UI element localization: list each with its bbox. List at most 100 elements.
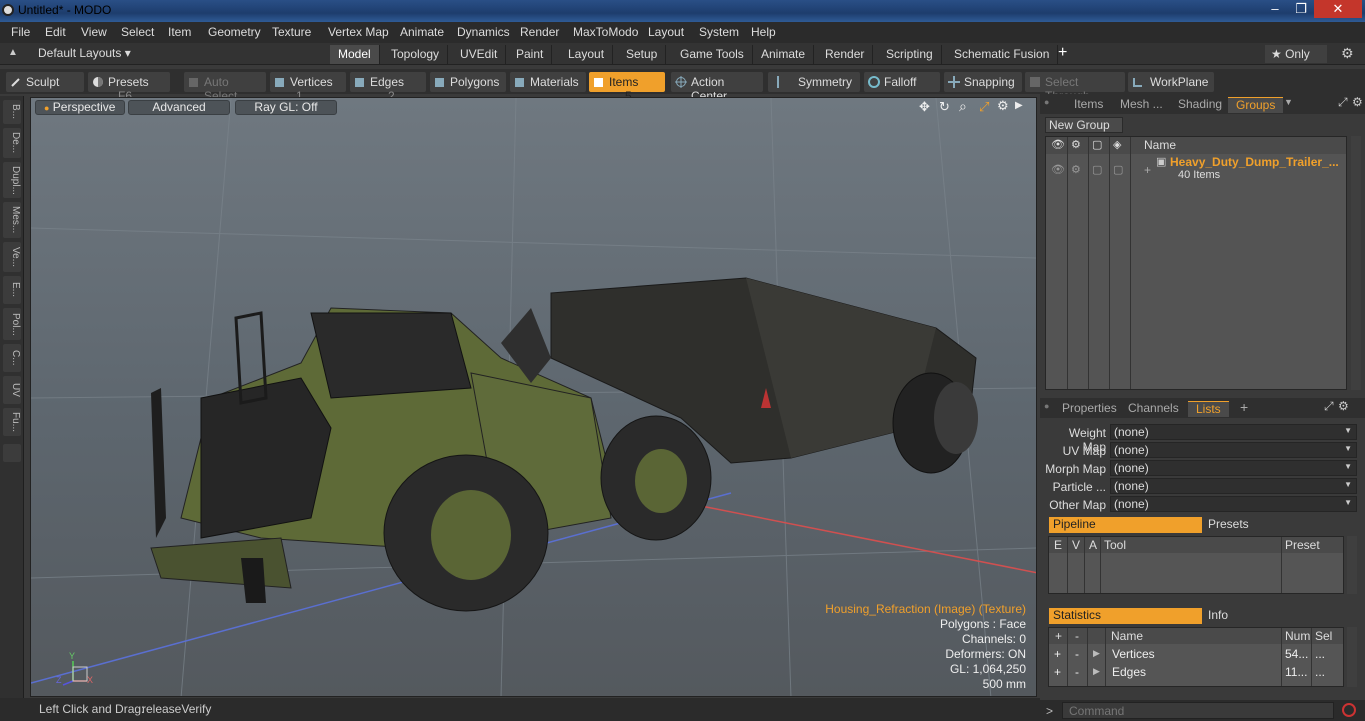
viewport-expand-icon[interactable]: ▶ bbox=[1015, 100, 1023, 111]
left-tab-vertex[interactable]: Ve... bbox=[3, 242, 21, 272]
stat-minus[interactable]: - bbox=[1075, 665, 1079, 679]
viewport-gear-icon[interactable]: ⚙ bbox=[997, 98, 1009, 114]
snapping-button[interactable]: Snapping bbox=[944, 72, 1022, 92]
menu-edit[interactable]: Edit bbox=[45, 25, 66, 39]
groups-scrollbar[interactable] bbox=[1351, 136, 1361, 390]
panel-gear-icon[interactable]: ⚙ bbox=[1352, 95, 1363, 109]
menu-view[interactable]: View bbox=[81, 25, 107, 39]
select-through-button[interactable]: Select Through bbox=[1025, 72, 1125, 103]
expand-arrow-icon[interactable]: ▶ bbox=[1093, 648, 1100, 659]
menu-animate[interactable]: Animate bbox=[400, 25, 444, 39]
menu-layout[interactable]: Layout bbox=[648, 25, 684, 39]
tab-lists[interactable]: Lists bbox=[1188, 401, 1229, 417]
group-row[interactable]: 👁 ⚙ ▢ ▢ + ▣ Heavy_Duty_Dump_Trailer_... … bbox=[1046, 155, 1346, 183]
tab-groups[interactable]: Groups bbox=[1228, 97, 1284, 113]
add-panel-tab-button[interactable]: + bbox=[1240, 399, 1248, 415]
expand-icon[interactable]: + bbox=[1144, 163, 1151, 177]
tab-model[interactable]: Model bbox=[330, 45, 380, 64]
uv-map-dropdown[interactable]: (none) bbox=[1110, 442, 1357, 458]
left-tab-polygon[interactable]: Pol... bbox=[3, 308, 21, 340]
lock-toggle[interactable]: ▢ bbox=[1092, 163, 1102, 176]
maximize-panel-icon[interactable]: ⤢ bbox=[1338, 95, 1348, 110]
vertices-button[interactable]: Vertices 1 bbox=[270, 72, 346, 103]
menu-file[interactable]: File bbox=[11, 25, 30, 39]
action-center-button[interactable]: Action Center bbox=[671, 72, 763, 103]
raygl-toggle[interactable]: Ray GL: Off bbox=[235, 100, 337, 115]
menu-vertex-map[interactable]: Vertex Map bbox=[328, 25, 389, 39]
weight-map-dropdown[interactable]: (none) bbox=[1110, 424, 1357, 440]
presets-button[interactable]: Presets F6 bbox=[88, 72, 170, 103]
tab-shading[interactable]: Shading bbox=[1170, 97, 1230, 113]
stat-plus[interactable]: + bbox=[1054, 665, 1061, 679]
tab-topology[interactable]: Topology bbox=[383, 45, 449, 64]
tab-dropdown-icon[interactable]: ▼ bbox=[1284, 97, 1293, 107]
menu-render[interactable]: Render bbox=[520, 25, 559, 39]
tab-items[interactable]: Items bbox=[1066, 97, 1111, 113]
stat-row-edges[interactable]: + - ▶ Edges 11... ... bbox=[1049, 663, 1343, 681]
pan-icon[interactable]: ✥ bbox=[919, 99, 930, 115]
stat-minus[interactable]: - bbox=[1075, 647, 1079, 661]
tab-setup[interactable]: Setup bbox=[618, 45, 667, 64]
workplane-button[interactable]: WorkPlane bbox=[1128, 72, 1214, 92]
command-input[interactable] bbox=[1062, 702, 1334, 719]
symmetry-button[interactable]: Symmetry bbox=[768, 72, 860, 92]
tab-channels[interactable]: Channels bbox=[1120, 401, 1187, 417]
tab-schematic-fusion[interactable]: Schematic Fusion bbox=[946, 45, 1059, 64]
record-icon[interactable] bbox=[1342, 703, 1356, 717]
menu-maxtomodo[interactable]: MaxToModo bbox=[573, 25, 638, 39]
tab-properties[interactable]: Properties bbox=[1054, 401, 1125, 417]
only-toggle[interactable]: ★ Only bbox=[1265, 45, 1327, 63]
left-tab-more[interactable] bbox=[3, 444, 21, 462]
auto-select-button[interactable]: Auto Select bbox=[184, 72, 266, 103]
left-tab-basic[interactable]: B... bbox=[3, 100, 21, 124]
menu-dynamics[interactable]: Dynamics bbox=[457, 25, 510, 39]
render-toggle[interactable]: ⚙ bbox=[1071, 163, 1081, 176]
pipeline-scrollbar[interactable] bbox=[1347, 536, 1357, 594]
left-tab-uv[interactable]: UV bbox=[3, 376, 21, 404]
menu-select[interactable]: Select bbox=[121, 25, 154, 39]
gear-icon[interactable]: ⚙ bbox=[1341, 45, 1354, 62]
left-tab-fusion[interactable]: Fu... bbox=[3, 408, 21, 436]
particle-dropdown[interactable]: (none) bbox=[1110, 478, 1357, 494]
items-button[interactable]: Items 5 bbox=[589, 72, 665, 103]
menu-geometry[interactable]: Geometry bbox=[208, 25, 261, 39]
menu-system[interactable]: System bbox=[699, 25, 739, 39]
visibility-toggle[interactable]: 👁 bbox=[1051, 163, 1065, 176]
sculpt-button[interactable]: Sculpt bbox=[6, 72, 84, 92]
tab-scripting[interactable]: Scripting bbox=[878, 45, 942, 64]
rotate-icon[interactable]: ↻ bbox=[939, 99, 950, 115]
tab-animate[interactable]: Animate bbox=[753, 45, 815, 64]
new-group-button[interactable]: New Group bbox=[1045, 117, 1123, 133]
3d-viewport[interactable]: ● Perspective Advanced Ray GL: Off ✥ ↻ ⌕… bbox=[30, 97, 1037, 697]
select-toggle[interactable]: ▢ bbox=[1113, 163, 1123, 176]
tab-layout[interactable]: Layout bbox=[560, 45, 614, 64]
morph-map-dropdown[interactable]: (none) bbox=[1110, 460, 1357, 476]
tab-render[interactable]: Render bbox=[817, 45, 874, 64]
materials-button[interactable]: Materials bbox=[510, 72, 586, 92]
expand-arrow-icon[interactable]: ▶ bbox=[1093, 666, 1100, 677]
tab-game-tools[interactable]: Game Tools bbox=[672, 45, 753, 64]
perspective-dropdown[interactable]: ● Perspective bbox=[35, 100, 125, 115]
tab-uvedit[interactable]: UVEdit bbox=[452, 45, 507, 64]
left-tab-deform[interactable]: De... bbox=[3, 128, 21, 158]
statistics-tab[interactable]: Statistics bbox=[1049, 608, 1202, 624]
fit-icon[interactable]: ⤢ bbox=[979, 99, 989, 115]
left-tab-mesh-edit[interactable]: Mes... bbox=[3, 202, 21, 238]
tab-mesh[interactable]: Mesh ... bbox=[1112, 97, 1171, 113]
add-tab-button[interactable]: + bbox=[1058, 44, 1067, 62]
lists-maximize-icon[interactable]: ⤢ bbox=[1324, 399, 1334, 414]
statistics-scrollbar[interactable] bbox=[1347, 627, 1357, 687]
info-tab[interactable]: Info bbox=[1204, 608, 1344, 624]
default-layouts-dropdown[interactable]: Default Layouts ▾ bbox=[38, 46, 131, 60]
menu-texture[interactable]: Texture bbox=[272, 25, 311, 39]
pipeline-tab[interactable]: Pipeline bbox=[1049, 517, 1202, 533]
stat-plus[interactable]: + bbox=[1054, 647, 1061, 661]
collapse-icon[interactable]: ▲ bbox=[8, 47, 20, 59]
lists-gear-icon[interactable]: ⚙ bbox=[1338, 399, 1349, 413]
group-name[interactable]: Heavy_Duty_Dump_Trailer_... bbox=[1170, 155, 1339, 169]
minimize-button[interactable]: – bbox=[1262, 0, 1288, 18]
stat-row-vertices[interactable]: + - ▶ Vertices 54... ... bbox=[1049, 645, 1343, 663]
other-map-dropdown[interactable]: (none) bbox=[1110, 496, 1357, 512]
presets-tab[interactable]: Presets bbox=[1204, 517, 1344, 533]
advanced-dropdown[interactable]: Advanced bbox=[128, 100, 230, 115]
